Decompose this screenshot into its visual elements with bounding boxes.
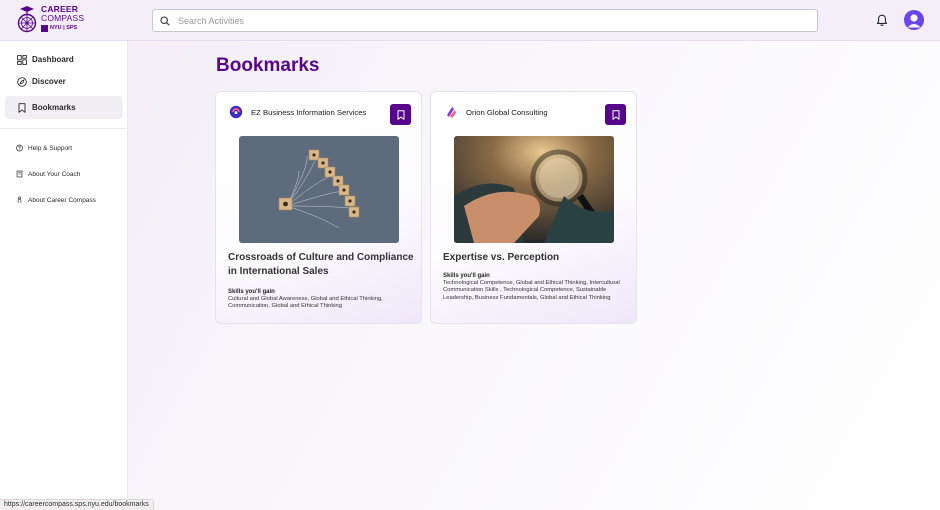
- bookmark-toggle-button[interactable]: [390, 104, 411, 125]
- sidebar: Dashboard Discover Bookmarks Help & Supp…: [0, 41, 128, 510]
- card-company: EZ Business Information Services: [229, 105, 366, 119]
- sidebar-item-label: About Career Compass: [28, 196, 96, 204]
- sidebar-item-help-support[interactable]: Help & Support: [16, 142, 72, 154]
- skills-text: Technological Competence, Global and Eth…: [443, 280, 620, 301]
- main-content: Bookmarks EZ Business Information Servic…: [128, 41, 940, 510]
- user-icon: [907, 14, 921, 28]
- card-company: Orion Global Consulting: [444, 105, 548, 119]
- compass-logo-icon: [16, 5, 38, 35]
- logo-title-line2: COMPASS: [41, 13, 85, 23]
- bookmark-toggle-button[interactable]: [605, 104, 626, 125]
- person-icon: [17, 196, 22, 204]
- wooden-blocks-network-image: [239, 136, 399, 243]
- top-header: CAREER COMPASS NYU | SPS: [0, 0, 940, 41]
- book-icon: [16, 170, 23, 178]
- compass-icon: [17, 76, 27, 87]
- skills-text: Cultural and Global Awareness, Global an…: [228, 296, 383, 310]
- sidebar-item-label: About Your Coach: [28, 170, 81, 178]
- sidebar-item-bookmarks[interactable]: Bookmarks: [5, 96, 123, 119]
- bookmark-icon: [397, 109, 404, 120]
- page-title: Bookmarks: [216, 55, 320, 76]
- bell-icon[interactable]: [876, 14, 888, 27]
- sidebar-item-label: Help & Support: [28, 144, 73, 152]
- magnifying-glass-image: [454, 136, 614, 243]
- search-input[interactable]: [178, 15, 778, 26]
- sidebar-item-label: Bookmarks: [32, 103, 76, 112]
- activity-card[interactable]: EZ Business Information Services Crossro…: [215, 91, 422, 324]
- skills-label: Skills you'll gain: [443, 273, 490, 279]
- company-name: EZ Business Information Services: [251, 107, 367, 117]
- search-icon: [160, 15, 170, 26]
- skills-label: Skills you'll gain: [228, 289, 275, 295]
- nyu-torch-icon: [41, 25, 48, 32]
- status-bar-url: https://careercompass.sps.nyu.edu/bookma…: [0, 499, 154, 510]
- company-logo-icon: [229, 105, 243, 119]
- sidebar-item-about-coach[interactable]: About Your Coach: [16, 168, 80, 180]
- sidebar-item-discover[interactable]: Discover: [5, 70, 123, 93]
- card-title: Crossroads of Culture and Compliance in …: [228, 252, 414, 277]
- sidebar-item-dashboard[interactable]: Dashboard: [5, 48, 123, 71]
- activity-card[interactable]: Orion Global Consulting Expertise vs. Pe…: [430, 91, 637, 324]
- search-bar[interactable]: [152, 9, 818, 32]
- bookmark-icon: [612, 109, 619, 120]
- help-icon: [16, 144, 23, 152]
- career-compass-logo[interactable]: CAREER COMPASS NYU | SPS: [16, 5, 84, 35]
- sidebar-divider: [0, 128, 127, 129]
- sidebar-item-label: Discover: [32, 77, 66, 86]
- company-name: Orion Global Consulting: [466, 107, 548, 117]
- card-title: Expertise vs. Perception: [443, 252, 560, 263]
- sidebar-item-about-career-compass[interactable]: About Career Compass: [16, 194, 96, 206]
- sidebar-item-label: Dashboard: [32, 55, 74, 64]
- company-logo-icon: [447, 107, 456, 118]
- logo-subtitle: NYU | SPS: [50, 25, 78, 31]
- bookmark-icon: [18, 102, 26, 113]
- user-avatar[interactable]: [904, 10, 924, 30]
- grid-icon: [17, 54, 27, 65]
